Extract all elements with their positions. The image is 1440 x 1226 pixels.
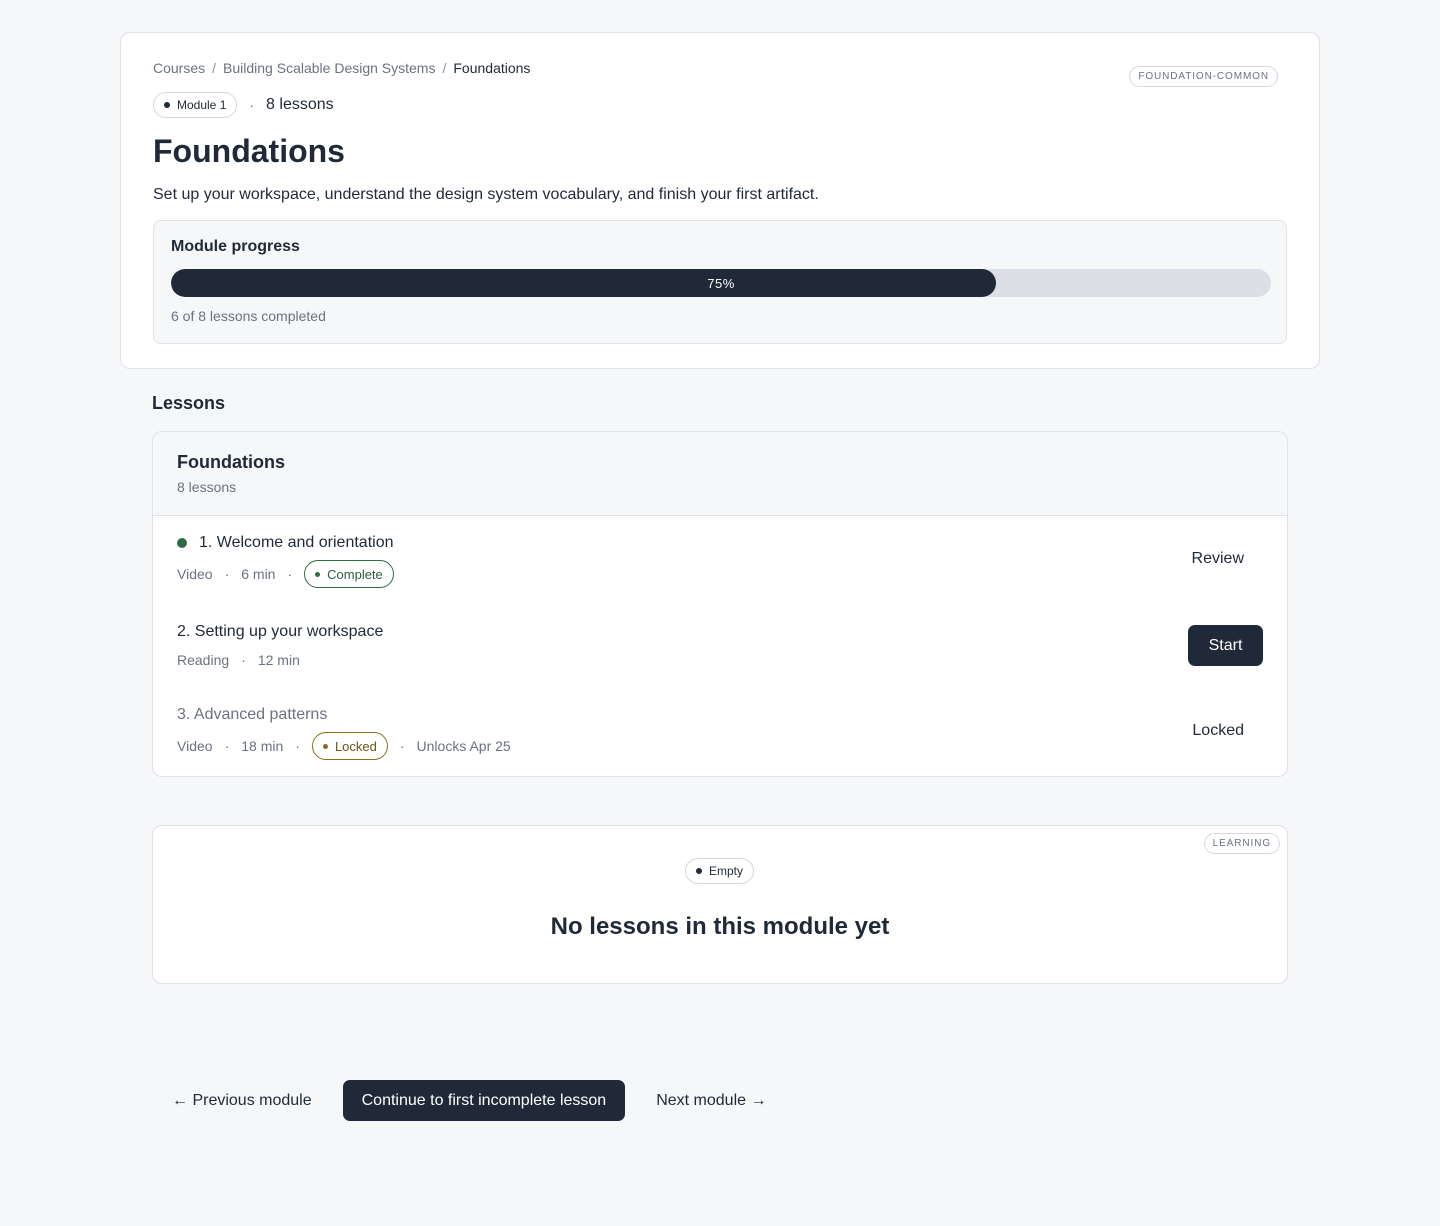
empty-state-card: LEARNING Empty No lessons in this module…: [152, 825, 1288, 984]
lesson-duration: 12 min: [257, 652, 300, 668]
empty-badge: Empty: [685, 858, 755, 884]
lesson-title-text: 2. Setting up your workspace: [177, 623, 384, 640]
review-button[interactable]: Review: [1192, 550, 1244, 568]
badge-dot-icon: [315, 571, 321, 577]
lesson-meta: Reading · 12 min: [177, 652, 300, 668]
badge-dot-icon: [164, 102, 170, 108]
module-progress-panel: Module progress 75% 6 of 8 lessons compl…: [153, 220, 1287, 344]
lesson-meta: Video · 18 min · Locked · Unlocks Apr 25: [177, 732, 511, 760]
complete-status-icon: [177, 538, 187, 548]
breadcrumb-separator: /: [442, 60, 447, 76]
continue-lesson-button[interactable]: Continue to first incomplete lesson: [342, 1080, 626, 1121]
module-meta-row: Module 1 · 8 lessons: [153, 92, 334, 118]
lesson-type: Reading: [177, 652, 230, 668]
breadcrumb: Courses / Building Scalable Design Syste…: [153, 60, 530, 76]
meta-separator: ·: [399, 738, 405, 754]
lesson-title: 1. Welcome and orientation: [177, 534, 393, 552]
meta-separator: ·: [287, 566, 293, 582]
lesson-meta: Video · 6 min · Complete: [177, 560, 394, 588]
progress-percent: 75%: [707, 275, 735, 291]
arrow-right-icon: →: [750, 1091, 767, 1109]
lesson-type: Video: [177, 738, 213, 754]
breadcrumb-separator: /: [212, 60, 217, 76]
next-module-button[interactable]: Next module →: [656, 1092, 766, 1110]
lesson-duration: 18 min: [241, 738, 284, 754]
lessons-group-header: Foundations 8 lessons: [153, 432, 1287, 516]
lesson-row-2[interactable]: 2. Setting up your workspace Reading · 1…: [153, 609, 1287, 689]
unlock-note: Unlocks Apr 25: [416, 738, 511, 754]
lesson-title-text: 1. Welcome and orientation: [199, 534, 394, 551]
complete-badge-label: Complete: [327, 566, 383, 582]
module-description: Set up your workspace, understand the de…: [153, 186, 819, 203]
locked-label: Locked: [1192, 722, 1244, 739]
lesson-row-1[interactable]: 1. Welcome and orientation Video · 6 min…: [153, 520, 1287, 600]
lesson-title: 3. Advanced patterns: [177, 706, 327, 724]
locked-badge-label: Locked: [334, 738, 377, 754]
badge-dot-icon: [322, 743, 328, 749]
previous-module-label: Previous module: [192, 1091, 312, 1109]
module-navigation: ← Previous module Continue to first inco…: [152, 1080, 766, 1121]
module-header-card: FOUNDATION-COMMON Courses / Building Sca…: [120, 32, 1320, 369]
breadcrumb-course[interactable]: Building Scalable Design Systems: [223, 60, 435, 76]
progress-bar: 75%: [171, 269, 1271, 297]
meta-separator: ·: [249, 97, 255, 113]
module-badge: Module 1: [153, 92, 238, 118]
progress-summary: 6 of 8 lessons completed: [171, 308, 326, 324]
lessons-list-card: Foundations 8 lessons 1. Welcome and ori…: [152, 431, 1288, 777]
progress-label: Module progress: [171, 238, 300, 255]
badge-dot-icon: [696, 868, 702, 874]
meta-separator: ·: [224, 566, 230, 582]
page-title: Foundations: [153, 133, 345, 169]
module-badge-label: Module 1: [177, 98, 227, 112]
lesson-duration: 6 min: [241, 566, 276, 582]
module-lesson-count: 8 lessons: [266, 96, 334, 113]
learning-tag: LEARNING: [1203, 833, 1280, 854]
start-button[interactable]: Start: [1188, 625, 1263, 666]
locked-badge: Locked: [311, 732, 388, 760]
lesson-type: Video: [177, 566, 213, 582]
foundation-common-tag: FOUNDATION-COMMON: [1129, 66, 1278, 87]
previous-module-button[interactable]: ← Previous module: [172, 1092, 312, 1110]
empty-state-title: No lessons in this module yet: [550, 913, 890, 940]
lessons-heading: Lessons: [152, 393, 226, 413]
arrow-left-icon: ←: [172, 1091, 188, 1109]
breadcrumb-current: Foundations: [453, 60, 531, 76]
meta-separator: ·: [295, 738, 300, 754]
lesson-title: 2. Setting up your workspace: [177, 623, 383, 641]
lesson-title-text: 3. Advanced patterns: [177, 706, 328, 723]
meta-separator: ·: [224, 738, 230, 754]
lesson-row-3: 3. Advanced patterns Video · 18 min · Lo…: [153, 692, 1287, 772]
complete-badge: Complete: [304, 560, 394, 588]
empty-badge-label: Empty: [709, 864, 744, 878]
breadcrumb-courses[interactable]: Courses: [153, 60, 205, 76]
lessons-group-title: Foundations: [177, 452, 285, 472]
meta-separator: ·: [241, 652, 246, 668]
lessons-group-count: 8 lessons: [177, 479, 237, 495]
next-module-label: Next module: [656, 1091, 747, 1109]
